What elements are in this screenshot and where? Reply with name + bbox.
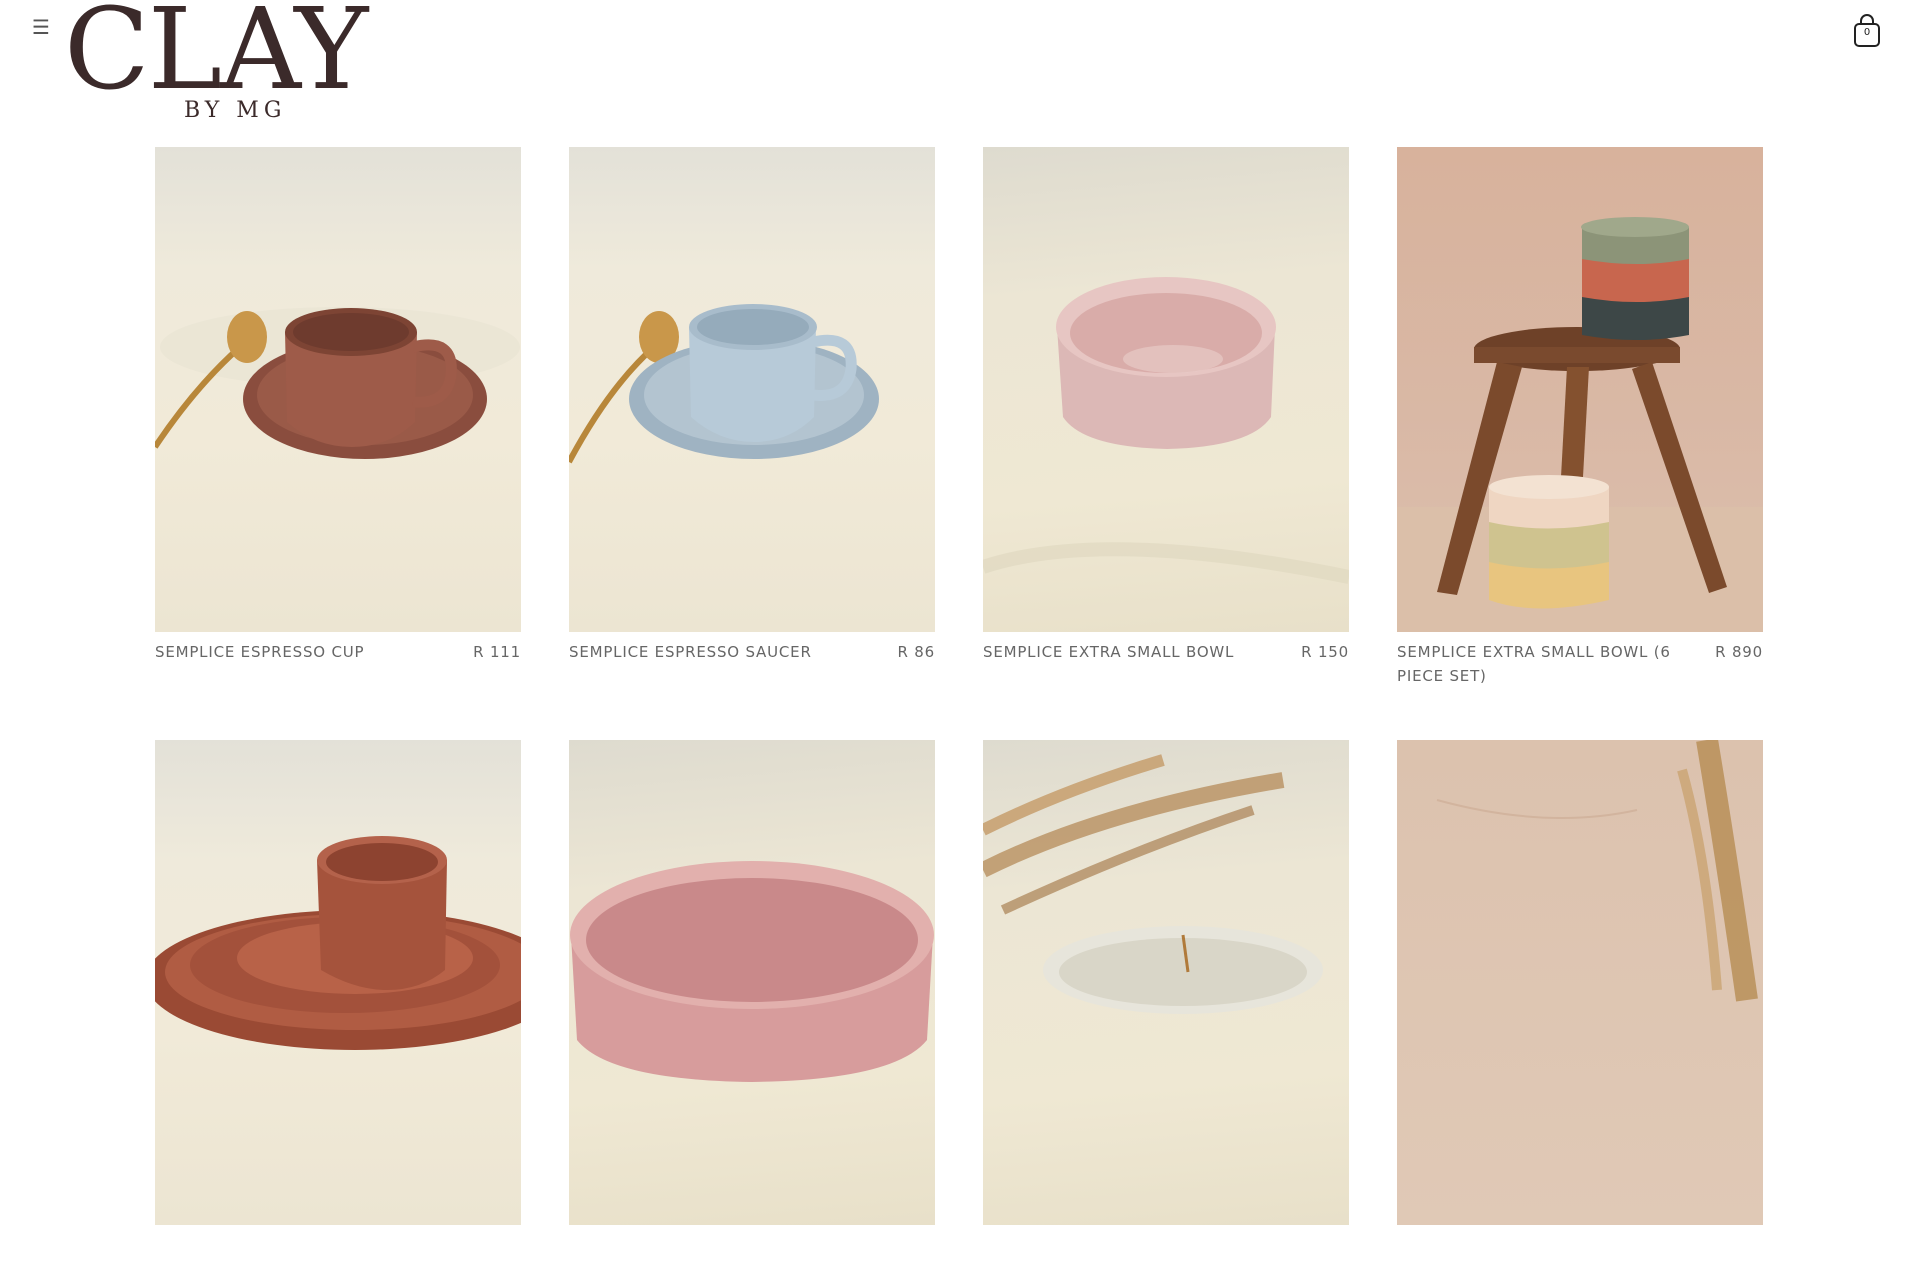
product-image[interactable] bbox=[569, 147, 935, 632]
product-image[interactable] bbox=[983, 740, 1349, 1225]
product-card[interactable]: SEMPLICE EXTRA SMALL BOWL R 150 bbox=[983, 147, 1349, 690]
product-name[interactable]: SEMPLICE EXTRA SMALL BOWL bbox=[983, 640, 1234, 664]
brand-logo-sub: BY MG bbox=[184, 98, 287, 123]
product-card[interactable] bbox=[1397, 740, 1763, 1283]
product-card[interactable]: SEMPLICE EXTRA SMALL BOWL (6 PIECE SET) … bbox=[1397, 147, 1763, 690]
product-price: R 111 bbox=[473, 643, 521, 661]
product-price: R 150 bbox=[1301, 643, 1349, 661]
cart-button[interactable]: 0 bbox=[1852, 14, 1882, 48]
product-card[interactable] bbox=[983, 740, 1349, 1283]
product-meta bbox=[569, 1225, 935, 1283]
product-card[interactable] bbox=[569, 740, 935, 1283]
product-image[interactable] bbox=[155, 147, 521, 632]
brand-logo-main: CLAY bbox=[64, 0, 368, 115]
product-name[interactable]: SEMPLICE ESPRESSO CUP bbox=[155, 640, 364, 664]
product-card[interactable] bbox=[155, 740, 521, 1283]
product-price: R 890 bbox=[1715, 643, 1763, 661]
product-image[interactable] bbox=[1397, 147, 1763, 632]
product-price: R 86 bbox=[897, 643, 935, 661]
product-meta: SEMPLICE ESPRESSO SAUCER R 86 bbox=[569, 632, 935, 690]
cart-count: 0 bbox=[1863, 27, 1871, 38]
product-grid: SEMPLICE ESPRESSO CUP R 111 SEMPLICE ESP… bbox=[155, 147, 1765, 1283]
product-card[interactable]: SEMPLICE ESPRESSO CUP R 111 bbox=[155, 147, 521, 690]
product-image[interactable] bbox=[983, 147, 1349, 632]
brand-logo[interactable]: CLAY BY MG bbox=[64, 0, 384, 123]
product-card[interactable]: SEMPLICE ESPRESSO SAUCER R 86 bbox=[569, 147, 935, 690]
site-header: ☰ CLAY BY MG 0 bbox=[0, 0, 1905, 125]
product-meta bbox=[155, 1225, 521, 1283]
product-meta: SEMPLICE EXTRA SMALL BOWL (6 PIECE SET) … bbox=[1397, 632, 1763, 690]
product-meta: SEMPLICE EXTRA SMALL BOWL R 150 bbox=[983, 632, 1349, 690]
product-name[interactable]: SEMPLICE ESPRESSO SAUCER bbox=[569, 640, 812, 664]
product-name[interactable]: SEMPLICE EXTRA SMALL BOWL (6 PIECE SET) bbox=[1397, 640, 1702, 688]
product-meta bbox=[1397, 1225, 1763, 1283]
product-meta bbox=[983, 1225, 1349, 1283]
hamburger-menu-icon[interactable]: ☰ bbox=[30, 15, 52, 39]
product-meta: SEMPLICE ESPRESSO CUP R 111 bbox=[155, 632, 521, 690]
product-image[interactable] bbox=[569, 740, 935, 1225]
product-image[interactable] bbox=[155, 740, 521, 1225]
product-image[interactable] bbox=[1397, 740, 1763, 1225]
